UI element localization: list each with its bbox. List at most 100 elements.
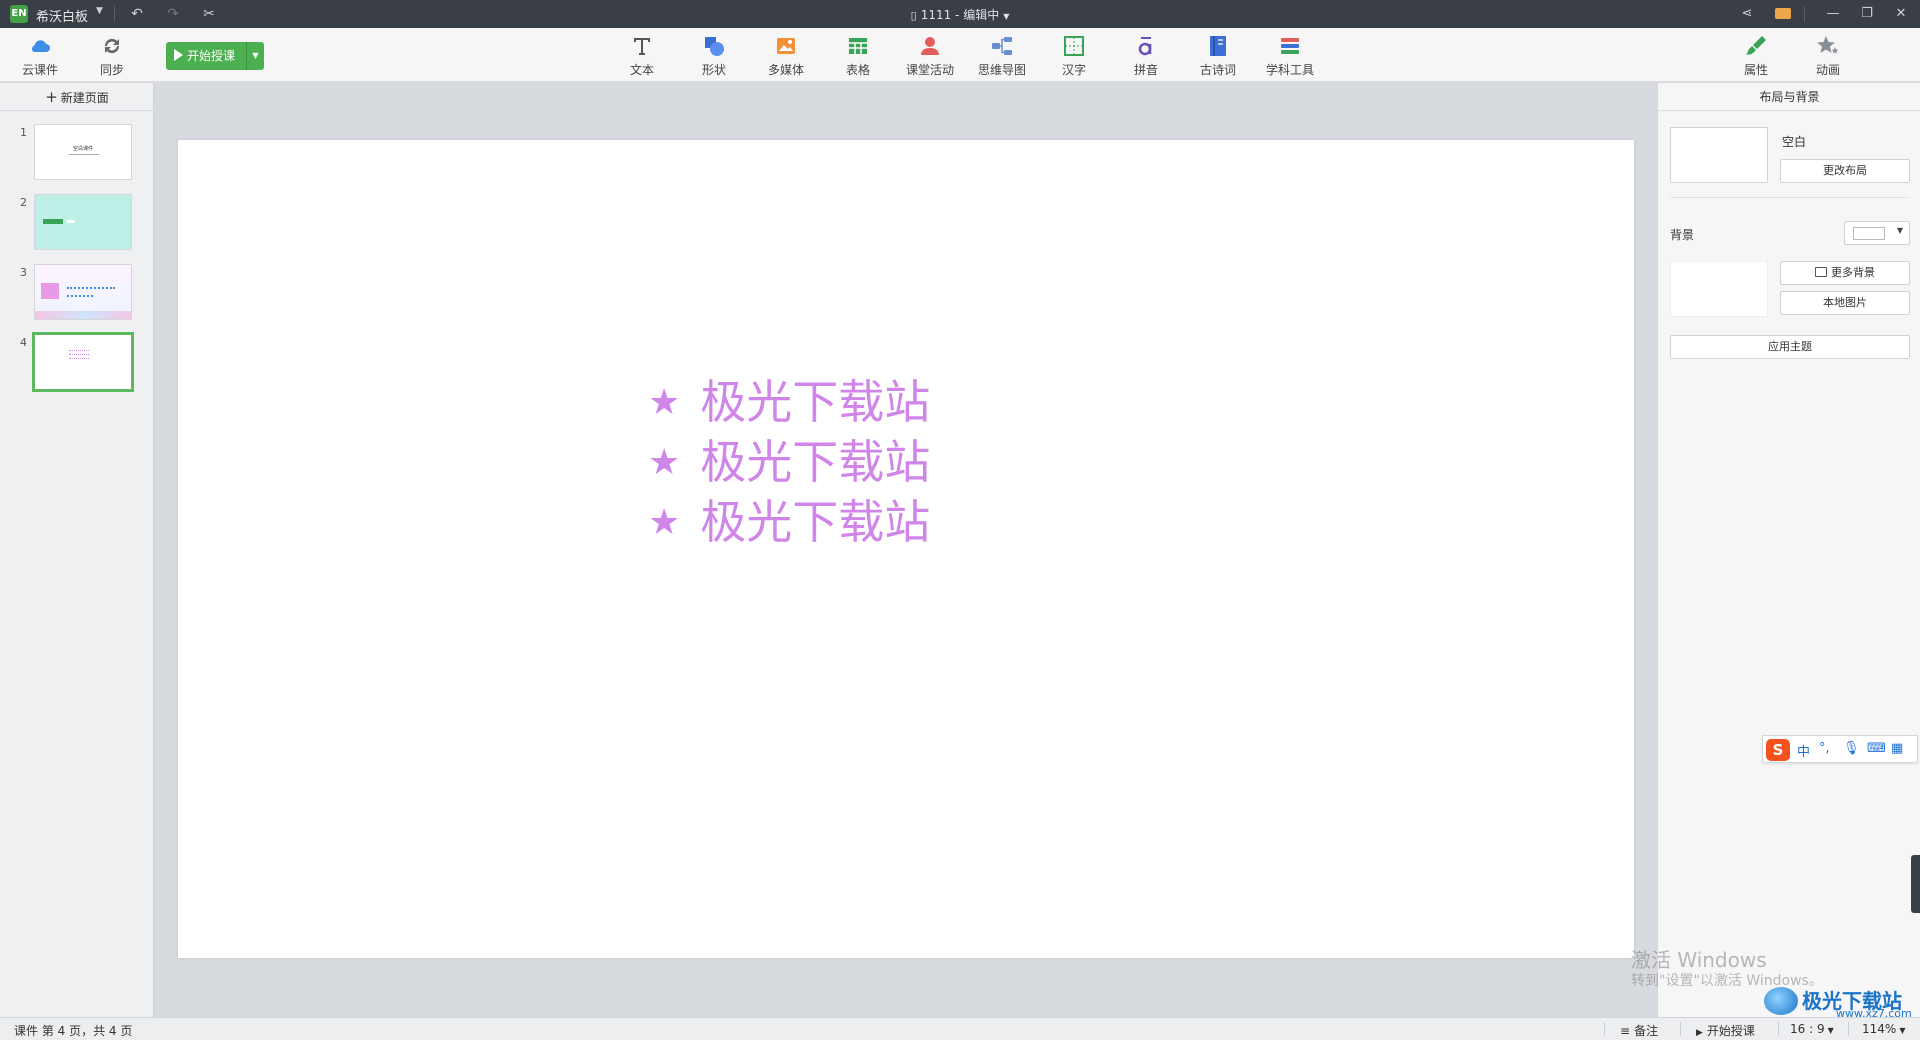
status-divider (1848, 1022, 1849, 1036)
tool-shape[interactable]: 形状 (682, 32, 746, 78)
app-name[interactable]: 希沃白板 (36, 6, 88, 25)
status-divider (1778, 1022, 1779, 1036)
thumb-line (69, 354, 89, 356)
start-lesson-dropdown-icon[interactable]: ▼ (246, 42, 264, 70)
page-thumbnail-1[interactable]: 空白课件 (34, 124, 132, 180)
chevron-down-icon: ▼ (1896, 226, 1903, 235)
minimize-icon[interactable]: — (1820, 4, 1846, 24)
slide-text-line-2[interactable]: ★ 极光下载站 (648, 432, 930, 493)
tool-mindmap[interactable]: 思维导图 (970, 32, 1034, 78)
tool-subject-tools[interactable]: 学科工具 (1258, 32, 1322, 78)
plus-icon: + (45, 88, 58, 106)
background-color-picker[interactable]: ▼ (1844, 221, 1910, 245)
animation-label: 动画 (1815, 63, 1840, 77)
page-thumbnail-4[interactable] (32, 332, 134, 392)
layout-preview[interactable] (1670, 127, 1768, 183)
document-icon: ▯ (910, 9, 917, 22)
background-preview[interactable] (1670, 261, 1768, 317)
play-icon: ▶ (1696, 1028, 1703, 1038)
document-title-text[interactable]: 1111 - 编辑中 (921, 8, 1000, 22)
slide-text: 极光下载站 (700, 375, 931, 429)
new-page-button[interactable]: + 新建页面 (0, 83, 154, 111)
canvas-area[interactable]: ★ 极光下载站 ★ 极光下载站 ★ 极光下载站 (155, 83, 1657, 1017)
more-backgrounds-button[interactable]: 更多背景 (1780, 261, 1910, 285)
thumb-title: 空白课件 (72, 146, 93, 152)
tool-label: 多媒体 (767, 63, 804, 77)
tool-label: 课堂活动 (905, 63, 954, 77)
grid-menu-icon[interactable]: ▦ (1891, 741, 1903, 756)
tool-classroom-activity[interactable]: 课堂活动 (898, 32, 962, 78)
app-menu-caret-icon[interactable]: ▼ (96, 6, 103, 16)
window-controls-divider (1804, 6, 1805, 22)
thumb-line (69, 358, 89, 360)
media-icon (777, 38, 795, 54)
windows-activation-title: 激活 Windows (1631, 948, 1767, 972)
mail-icon[interactable] (1770, 4, 1796, 24)
aspect-ratio-value: 16 : 9 (1790, 1022, 1825, 1036)
properties-button[interactable]: 属性 (1724, 32, 1788, 78)
keyboard-icon[interactable]: ⌨ (1867, 741, 1886, 756)
app-logo[interactable]: EN (10, 5, 28, 23)
zoom-select[interactable]: 114% ▼ (1862, 1022, 1905, 1036)
sync-button[interactable]: 同步 (80, 32, 144, 78)
layout-name: 空白 (1782, 135, 1807, 149)
tool-poem[interactable]: 古诗词 (1186, 32, 1250, 78)
animation-star-icon (1817, 36, 1839, 54)
mindmap-icon (992, 37, 1012, 55)
tool-pinyin[interactable]: 拼音 (1114, 32, 1178, 78)
change-layout-button[interactable]: 更改布局 (1780, 159, 1910, 183)
ime-language[interactable]: 中 (1797, 741, 1810, 760)
background-label: 背景 (1670, 228, 1695, 242)
table-icon (849, 38, 867, 54)
local-image-button[interactable]: 本地图片 (1780, 291, 1910, 315)
sync-label: 同步 (99, 63, 124, 77)
new-page-label: 新建页面 (60, 91, 109, 105)
aspect-ratio-select[interactable]: 16 : 9 ▼ (1790, 1022, 1834, 1036)
microphone-icon[interactable]: 🎙 (1843, 741, 1860, 756)
slide-text-line-3[interactable]: ★ 极光下载站 (648, 492, 930, 553)
share-icon[interactable]: ⋖ (1734, 4, 1760, 24)
tool-label: 形状 (701, 63, 726, 77)
status-start-button[interactable]: ▶ 开始授课 (1696, 1022, 1755, 1039)
thumb-floral-border (35, 311, 131, 319)
cut-icon[interactable]: ✂ (198, 4, 220, 24)
status-divider (1604, 1022, 1605, 1036)
undo-icon[interactable]: ↶ (126, 4, 148, 24)
sogou-logo-icon[interactable]: S (1766, 739, 1790, 761)
tool-media[interactable]: 多媒体 (754, 32, 818, 78)
tool-label: 汉字 (1061, 63, 1086, 77)
page-number: 2 (20, 196, 27, 209)
thumb-dots-row (67, 287, 115, 289)
thumb-subtitle-line (69, 154, 99, 155)
tool-label: 学科工具 (1265, 63, 1314, 77)
side-handle[interactable] (1911, 855, 1920, 913)
page-thumbnail-3[interactable] (34, 264, 132, 320)
zoom-value: 114% (1862, 1022, 1897, 1036)
slide-canvas[interactable]: ★ 极光下载站 ★ 极光下载站 ★ 极光下载站 (178, 140, 1634, 958)
redo-icon[interactable]: ↷ (162, 4, 184, 24)
image-icon (1815, 267, 1827, 277)
animation-button[interactable]: 动画 (1796, 32, 1860, 78)
page-thumbnail-2[interactable] (34, 194, 132, 250)
thumb-white-label (67, 220, 75, 223)
slide-text: 极光下载站 (700, 495, 931, 549)
star-icon: ★ (648, 502, 681, 543)
slide-text: 极光下载站 (700, 435, 931, 489)
start-lesson-button[interactable]: 开始授课 ▼ (166, 42, 264, 70)
tool-text[interactable]: 文本 (610, 32, 674, 78)
ime-toolbar[interactable]: S 中 °, 🎙 ⌨ ▦ (1762, 735, 1918, 763)
tool-hanzi[interactable]: 汉字 (1042, 32, 1106, 78)
color-swatch (1853, 227, 1885, 240)
title-caret-icon[interactable]: ▼ (1003, 12, 1009, 21)
start-lesson-main[interactable]: 开始授课 (166, 42, 246, 70)
slide-text-line-1[interactable]: ★ 极光下载站 (648, 372, 930, 433)
tool-table[interactable]: 表格 (826, 32, 890, 78)
ime-punctuation[interactable]: °, (1819, 741, 1830, 756)
restore-icon[interactable]: ❐ (1854, 4, 1880, 24)
panel-title: 布局与背景 (1658, 83, 1920, 111)
apply-theme-button[interactable]: 应用主题 (1670, 335, 1910, 359)
properties-label: 属性 (1743, 63, 1768, 77)
notes-button[interactable]: ≡ 备注 (1620, 1022, 1658, 1039)
close-icon[interactable]: ✕ (1888, 4, 1914, 24)
cloud-courseware-button[interactable]: 云课件 (8, 32, 72, 78)
